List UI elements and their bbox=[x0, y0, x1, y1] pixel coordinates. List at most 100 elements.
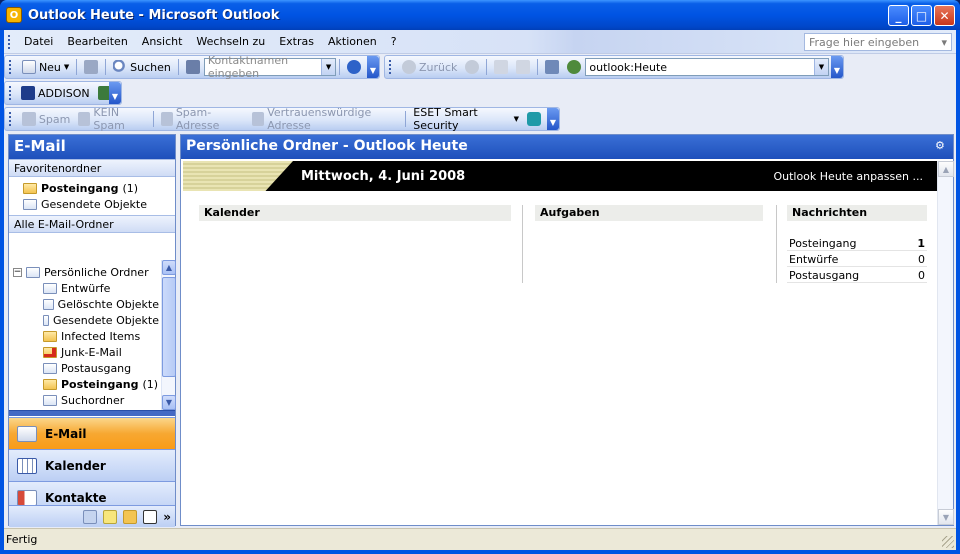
nav-shortcuts-bar: » bbox=[9, 505, 175, 527]
outlook-icon: O bbox=[6, 7, 22, 23]
eset-menu-button[interactable]: ESET Smart Security ▼ bbox=[409, 106, 523, 132]
menu-datei[interactable]: Datei bbox=[17, 35, 60, 48]
scroll-up-icon[interactable]: ▲ bbox=[162, 260, 176, 275]
folder-gesendete-objekte[interactable]: Gesendete Objekte bbox=[43, 312, 159, 328]
title-bar[interactable]: O Outlook Heute - Microsoft Outlook _ □ … bbox=[0, 0, 960, 30]
nav-button-calendar[interactable]: Kalender bbox=[9, 449, 175, 481]
tree-root-personal-folders[interactable]: − Persönliche Ordner bbox=[13, 264, 159, 280]
notes-icon[interactable] bbox=[103, 509, 118, 524]
folder-infected-items[interactable]: Infected Items bbox=[43, 328, 159, 344]
toolbar-grip[interactable] bbox=[9, 112, 12, 126]
personal-folders-icon: ⚙ bbox=[935, 139, 945, 152]
addison-button[interactable]: ADDISON bbox=[17, 83, 94, 103]
new-button[interactable]: Neu ▼ bbox=[18, 57, 73, 77]
tasks-heading[interactable]: Aufgaben bbox=[535, 205, 763, 221]
close-button[interactable]: ✕ bbox=[934, 5, 955, 26]
messages-heading[interactable]: Nachrichten bbox=[787, 205, 927, 221]
refresh-icon bbox=[516, 60, 531, 74]
help-button[interactable] bbox=[343, 57, 365, 77]
configure-buttons-chevron[interactable]: » bbox=[163, 510, 171, 524]
toolbar-grip[interactable] bbox=[389, 60, 392, 74]
favorites-header[interactable]: Favoritenordner bbox=[9, 159, 175, 177]
scroll-down-icon[interactable]: ▼ bbox=[162, 395, 176, 410]
search-icon bbox=[113, 60, 128, 74]
folder-list-icon[interactable] bbox=[123, 509, 138, 524]
toolbar-options-chevron[interactable]: ▼ bbox=[831, 56, 843, 78]
scroll-up-icon[interactable]: ▲ bbox=[938, 161, 954, 177]
toolbar-grip[interactable] bbox=[9, 60, 12, 74]
spam-button[interactable]: Spam bbox=[18, 109, 74, 129]
sent-items-icon bbox=[43, 314, 49, 326]
client-area: Datei Bearbeiten Ansicht Wechseln zu Ext… bbox=[4, 30, 956, 550]
folder-posteingang[interactable]: Posteingang (1) bbox=[43, 376, 159, 392]
menu-aktionen[interactable]: Aktionen bbox=[321, 35, 384, 48]
message-row-postausgang[interactable]: Postausgang 0 bbox=[787, 267, 927, 283]
contact-search-input[interactable]: Kontaktnamen eingeben ▼ bbox=[203, 54, 337, 80]
help-search-input[interactable]: Frage hier eingeben ▾ bbox=[804, 33, 952, 51]
folder-geloeschte-objekte[interactable]: Gelöschte Objekte bbox=[43, 296, 159, 312]
favorite-gesendete-objekte[interactable]: Gesendete Objekte bbox=[23, 196, 175, 212]
mail-icon bbox=[17, 425, 37, 442]
folder-tree-scrollbar[interactable]: ▲ ▼ bbox=[161, 260, 176, 410]
scroll-down-icon[interactable]: ▼ bbox=[938, 509, 954, 525]
scroll-thumb[interactable] bbox=[162, 277, 176, 377]
folder-entwuerfe[interactable]: Entwürfe bbox=[43, 280, 159, 296]
chevron-down-icon[interactable]: ▾ bbox=[941, 36, 947, 49]
nav-pane-splitter[interactable] bbox=[9, 410, 175, 416]
chevron-down-icon[interactable]: ▼ bbox=[814, 59, 828, 75]
message-row-entwuerfe[interactable]: Entwürfe 0 bbox=[787, 251, 927, 267]
address-book-button[interactable] bbox=[182, 57, 204, 77]
customize-outlook-today-link[interactable]: Outlook Heute anpassen ... bbox=[773, 170, 923, 183]
message-row-posteingang[interactable]: Posteingang 1 bbox=[787, 235, 927, 251]
address-field[interactable]: outlook:Heute ▼ bbox=[585, 58, 829, 76]
shortcuts-icon[interactable] bbox=[143, 509, 158, 524]
calendar-heading[interactable]: Kalender bbox=[199, 205, 511, 221]
menu-wechseln-zu[interactable]: Wechseln zu bbox=[189, 35, 272, 48]
tasks-icon[interactable] bbox=[83, 509, 98, 524]
nav-button-email[interactable]: E-Mail bbox=[9, 417, 175, 449]
chevron-down-icon[interactable]: ▼ bbox=[64, 63, 69, 71]
refresh-button[interactable] bbox=[512, 57, 534, 77]
minimize-button[interactable]: _ bbox=[888, 5, 909, 26]
menu-grip[interactable] bbox=[8, 34, 11, 49]
not-spam-button[interactable]: KEIN Spam bbox=[74, 106, 150, 132]
menu-extras[interactable]: Extras bbox=[272, 35, 321, 48]
trusted-address-button[interactable]: Vertrauenswürdige Adresse bbox=[248, 106, 402, 132]
toolbar-separator bbox=[537, 59, 539, 75]
banner-decoration bbox=[183, 161, 293, 191]
folder-suchordner[interactable]: Suchordner bbox=[43, 392, 159, 408]
eset-icon-button[interactable] bbox=[523, 109, 545, 129]
collapse-icon[interactable]: − bbox=[13, 267, 22, 277]
spam-address-icon bbox=[160, 112, 173, 126]
all-mail-folders-header[interactable]: Alle E-Mail-Ordner bbox=[9, 215, 175, 233]
print-button[interactable] bbox=[80, 57, 102, 77]
back-button[interactable]: Zurück bbox=[398, 57, 461, 77]
menu-bearbeiten[interactable]: Bearbeiten bbox=[60, 35, 134, 48]
spam-address-button[interactable]: Spam-Adresse bbox=[157, 106, 248, 132]
maximize-button[interactable]: □ bbox=[911, 5, 932, 26]
chevron-down-icon[interactable]: ▼ bbox=[321, 59, 336, 75]
search-button[interactable]: Suchen bbox=[109, 57, 175, 77]
nav-pane-title: E-Mail bbox=[9, 135, 175, 159]
message-folder-label: Postausgang bbox=[789, 269, 860, 282]
main-scrollbar[interactable]: ▲ ▼ bbox=[937, 161, 954, 525]
folder-junk-email[interactable]: Junk-E-Mail bbox=[43, 344, 159, 360]
stop-button[interactable] bbox=[490, 57, 512, 77]
home-button[interactable] bbox=[541, 57, 563, 77]
favorite-posteingang[interactable]: Posteingang (1) bbox=[23, 180, 175, 196]
menu-ansicht[interactable]: Ansicht bbox=[135, 35, 190, 48]
resize-grip[interactable] bbox=[942, 536, 954, 548]
toolbar-options-chevron[interactable]: ▼ bbox=[367, 56, 379, 78]
toolbar-web: Zurück outlook:Heute ▼ ▼ bbox=[384, 55, 844, 79]
forward-button[interactable] bbox=[461, 57, 483, 77]
calendar-section: Kalender bbox=[199, 205, 511, 221]
toolbar-grip[interactable] bbox=[9, 86, 11, 100]
column-divider bbox=[522, 205, 523, 283]
nav-button-label: Kontakte bbox=[45, 490, 107, 505]
folder-postausgang[interactable]: Postausgang bbox=[43, 360, 159, 376]
unread-count: (1) bbox=[122, 181, 139, 195]
toolbar-options-chevron[interactable]: ▼ bbox=[109, 82, 121, 104]
menu-help[interactable]: ? bbox=[384, 35, 404, 48]
toolbar-options-chevron[interactable]: ▼ bbox=[547, 108, 559, 130]
web-search-button[interactable] bbox=[563, 57, 585, 77]
